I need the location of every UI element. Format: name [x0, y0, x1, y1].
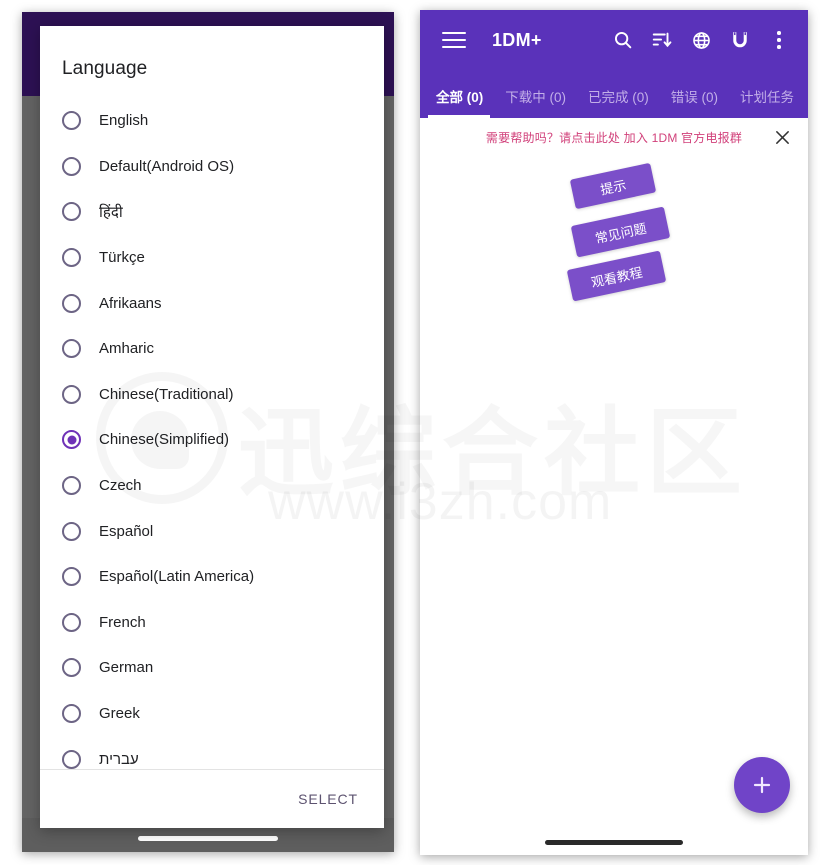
language-option-row[interactable]: Türkçe: [40, 235, 384, 281]
language-option-row[interactable]: German: [40, 645, 384, 691]
language-option-row[interactable]: Español(Latin America): [40, 554, 384, 600]
language-option-row[interactable]: Default(Android OS): [40, 144, 384, 190]
magnet-icon[interactable]: [723, 23, 757, 57]
right-phone-screen: 1DM+ 全部 (0) 下载中 (0) 已完成 (0) 错误 (0) 计划任务 …: [420, 10, 808, 855]
language-option-label: Default(Android OS): [99, 157, 235, 175]
hamburger-menu-icon[interactable]: [442, 31, 466, 49]
radio-button[interactable]: [62, 293, 81, 313]
language-option-label: English: [99, 112, 149, 130]
language-option-row[interactable]: French: [40, 600, 384, 646]
radio-button[interactable]: [62, 384, 81, 404]
close-icon[interactable]: [770, 125, 794, 149]
radio-button[interactable]: [62, 339, 81, 359]
radio-button[interactable]: [62, 612, 81, 632]
language-option-row[interactable]: עברית: [40, 736, 384, 769]
help-banner-link[interactable]: 需要帮助吗？请点击此处 加入 1DM 官方电报群: [486, 129, 742, 146]
dialog-title: Language: [62, 58, 148, 79]
language-option-label: Czech: [99, 477, 142, 495]
screenshot-canvas: Language English Default(Android OS) हिंदी…: [0, 0, 824, 865]
search-icon[interactable]: [606, 23, 640, 57]
radio-button-selected[interactable]: [62, 430, 81, 450]
radio-button[interactable]: [62, 476, 81, 496]
sort-icon[interactable]: [645, 23, 679, 57]
language-option-label: French: [99, 613, 146, 631]
radio-button[interactable]: [62, 704, 81, 724]
language-option-list[interactable]: English Default(Android OS) हिंदी Türkçe Afr…: [40, 98, 384, 769]
language-option-label: Amharic: [99, 340, 155, 358]
radio-button[interactable]: [62, 521, 81, 541]
help-banner: 需要帮助吗？请点击此处 加入 1DM 官方电报群: [420, 118, 808, 157]
language-option-label: Chinese(Simplified): [99, 431, 230, 449]
language-dialog: Language English Default(Android OS) हिंदी…: [40, 26, 384, 828]
language-option-label: German: [99, 659, 154, 677]
radio-button[interactable]: [62, 658, 81, 678]
globe-icon[interactable]: [684, 23, 718, 57]
language-option-label: Afrikaans: [99, 294, 162, 312]
tab-item[interactable]: 已完成 (0): [577, 86, 660, 118]
radio-button[interactable]: [62, 248, 81, 268]
language-option-row[interactable]: Chinese(Traditional): [40, 372, 384, 418]
language-option-row[interactable]: Czech: [40, 463, 384, 509]
language-option-label: Greek: [99, 705, 140, 723]
app-title: 1DM+: [492, 29, 542, 50]
plus-icon: [753, 776, 771, 794]
language-option-row[interactable]: Español: [40, 508, 384, 554]
radio-button[interactable]: [62, 156, 81, 176]
home-indicator[interactable]: [545, 840, 683, 845]
select-button[interactable]: SELECT: [292, 783, 364, 815]
faq-chip[interactable]: 常见问题: [570, 206, 671, 258]
tab-strip[interactable]: 全部 (0) 下载中 (0) 已完成 (0) 错误 (0) 计划任务: [420, 70, 808, 118]
language-option-row[interactable]: Chinese(Simplified): [40, 417, 384, 463]
radio-button[interactable]: [62, 567, 81, 587]
language-option-label: עברית: [99, 750, 139, 768]
language-option-row[interactable]: Amharic: [40, 326, 384, 372]
tab-item[interactable]: 下载中 (0): [494, 86, 577, 118]
home-indicator[interactable]: [138, 836, 278, 841]
radio-button[interactable]: [62, 202, 81, 222]
language-option-label: Türkçe: [99, 249, 145, 267]
tab-item[interactable]: 错误 (0): [660, 86, 729, 118]
language-option-label: Español: [99, 522, 154, 540]
tutorial-chip[interactable]: 观看教程: [566, 250, 667, 302]
more-vertical-icon[interactable]: [762, 23, 796, 57]
right-navigation-bar: [420, 825, 808, 855]
app-bar-actions: [606, 23, 808, 57]
radio-button[interactable]: [62, 111, 81, 131]
tab-item[interactable]: 全部 (0): [420, 86, 494, 118]
language-option-row[interactable]: Afrikaans: [40, 280, 384, 326]
dialog-footer: SELECT: [40, 769, 384, 828]
tab-item[interactable]: 计划任务: [729, 86, 805, 118]
left-phone-screen: Language English Default(Android OS) हिंदी…: [22, 12, 394, 852]
tips-chip[interactable]: 提示: [569, 162, 657, 210]
language-option-label: हिंदी: [99, 203, 123, 221]
radio-button[interactable]: [62, 749, 81, 769]
language-option-row[interactable]: English: [40, 98, 384, 144]
right-app-bar: 1DM+: [420, 10, 808, 70]
language-option-label: Chinese(Traditional): [99, 385, 234, 403]
download-list-empty-area: 提示 常见问题 观看教程: [420, 156, 808, 825]
language-option-label: Español(Latin America): [99, 568, 255, 586]
language-option-row[interactable]: हिंदी: [40, 189, 384, 235]
add-download-fab[interactable]: [734, 757, 790, 813]
language-option-row[interactable]: Greek: [40, 691, 384, 737]
